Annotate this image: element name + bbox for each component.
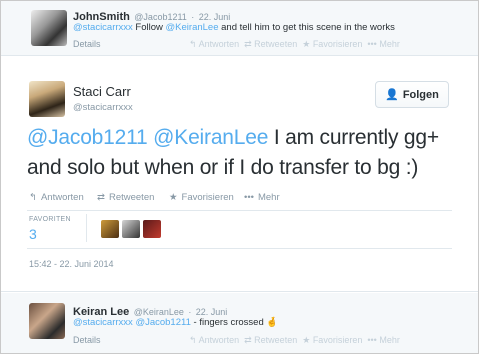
- more-button[interactable]: ••• Mehr: [244, 192, 280, 203]
- favoriter-avatar[interactable]: [143, 220, 161, 238]
- author-handle[interactable]: @stacicarrxxx: [73, 102, 133, 113]
- mention-link[interactable]: @Jacob1211: [135, 317, 190, 328]
- favorite-button[interactable]: ★ Favorisieren: [169, 192, 234, 203]
- retweet-icon: ⇄: [97, 192, 105, 203]
- star-icon: ★: [169, 192, 178, 203]
- favorite-action[interactable]: Favorisieren: [313, 335, 363, 345]
- star-icon[interactable]: ★: [302, 335, 310, 345]
- retweet-action[interactable]: Retweeten: [254, 39, 297, 49]
- retweet-action[interactable]: Retweeten: [254, 335, 297, 345]
- tweet-text: - fingers crossed: [190, 317, 264, 328]
- reply-icon: ↰: [29, 192, 37, 203]
- reply-button[interactable]: ↰ Antworten: [29, 192, 84, 203]
- divider: [86, 214, 87, 242]
- parent-tweet[interactable]: JohnSmith @Jacob1211 · 22. Juni @stacica…: [1, 1, 478, 56]
- favorite-label: Favorisieren: [181, 192, 234, 203]
- reply-action[interactable]: Antworten: [199, 335, 240, 345]
- more-icon[interactable]: •••: [367, 335, 376, 345]
- mention-link[interactable]: @stacicarrxxx: [73, 22, 133, 33]
- more-action[interactable]: Mehr: [379, 335, 400, 345]
- avatar[interactable]: [29, 81, 65, 117]
- reply-label: Antworten: [40, 192, 84, 203]
- tweet-text: and tell him to get this scene in the wo…: [218, 22, 395, 33]
- tweet-date[interactable]: 22. Juni: [199, 12, 231, 22]
- reply-action[interactable]: Antworten: [199, 39, 240, 49]
- more-action[interactable]: Mehr: [379, 39, 400, 49]
- crossed-fingers-emoji: 🤞: [266, 317, 279, 328]
- follow-button[interactable]: 👤 Folgen: [375, 81, 449, 108]
- details-link[interactable]: Details: [73, 335, 101, 345]
- favorites-label: FAVORITEN: [29, 216, 71, 223]
- tweet-timestamp[interactable]: 15:42 - 22. Juni 2014: [29, 259, 114, 269]
- avatar[interactable]: [29, 303, 65, 339]
- divider: [27, 210, 452, 211]
- author-name[interactable]: Staci Carr: [73, 84, 131, 99]
- mention-link[interactable]: @stacicarrxxx: [73, 317, 133, 328]
- retweet-icon[interactable]: ⇄: [244, 39, 252, 49]
- details-link[interactable]: Details: [73, 39, 101, 49]
- favoriter-avatar[interactable]: [122, 220, 140, 238]
- tweet-date[interactable]: 22. Juni: [196, 307, 228, 317]
- tweet-conversation: JohnSmith @Jacob1211 · 22. Juni @stacica…: [0, 0, 479, 354]
- favorite-action[interactable]: Favorisieren: [313, 39, 363, 49]
- tweet-text: @Jacob1211 @KeiranLee I am currently gg+…: [27, 123, 467, 183]
- more-icon: •••: [244, 192, 254, 203]
- favorites-count[interactable]: 3: [29, 226, 37, 242]
- star-icon[interactable]: ★: [302, 39, 310, 49]
- author-handle[interactable]: @KeiranLee: [134, 307, 184, 317]
- mention-link[interactable]: @Jacob1211: [27, 126, 148, 149]
- mention-link[interactable]: @KeiranLee: [166, 22, 219, 33]
- follow-label: Folgen: [402, 88, 439, 101]
- retweet-icon[interactable]: ⇄: [244, 335, 252, 345]
- reply-icon[interactable]: ↰: [189, 335, 197, 345]
- author-handle[interactable]: @Jacob1211: [134, 12, 187, 22]
- retweet-button[interactable]: ⇄ Retweeten: [97, 192, 154, 203]
- reply-icon[interactable]: ↰: [189, 39, 197, 49]
- divider: [27, 248, 452, 249]
- more-label: Mehr: [257, 192, 280, 203]
- mention-link[interactable]: @KeiranLee: [153, 126, 268, 149]
- reply-tweet[interactable]: Keiran Lee @KeiranLee · 22. Juni @stacic…: [1, 293, 478, 353]
- follow-user-icon: 👤: [385, 89, 399, 101]
- avatar[interactable]: [31, 10, 67, 46]
- tweet-text: Follow: [132, 22, 166, 33]
- more-icon[interactable]: •••: [367, 39, 376, 49]
- favoriter-avatar[interactable]: [101, 220, 119, 238]
- retweet-label: Retweeten: [108, 192, 155, 203]
